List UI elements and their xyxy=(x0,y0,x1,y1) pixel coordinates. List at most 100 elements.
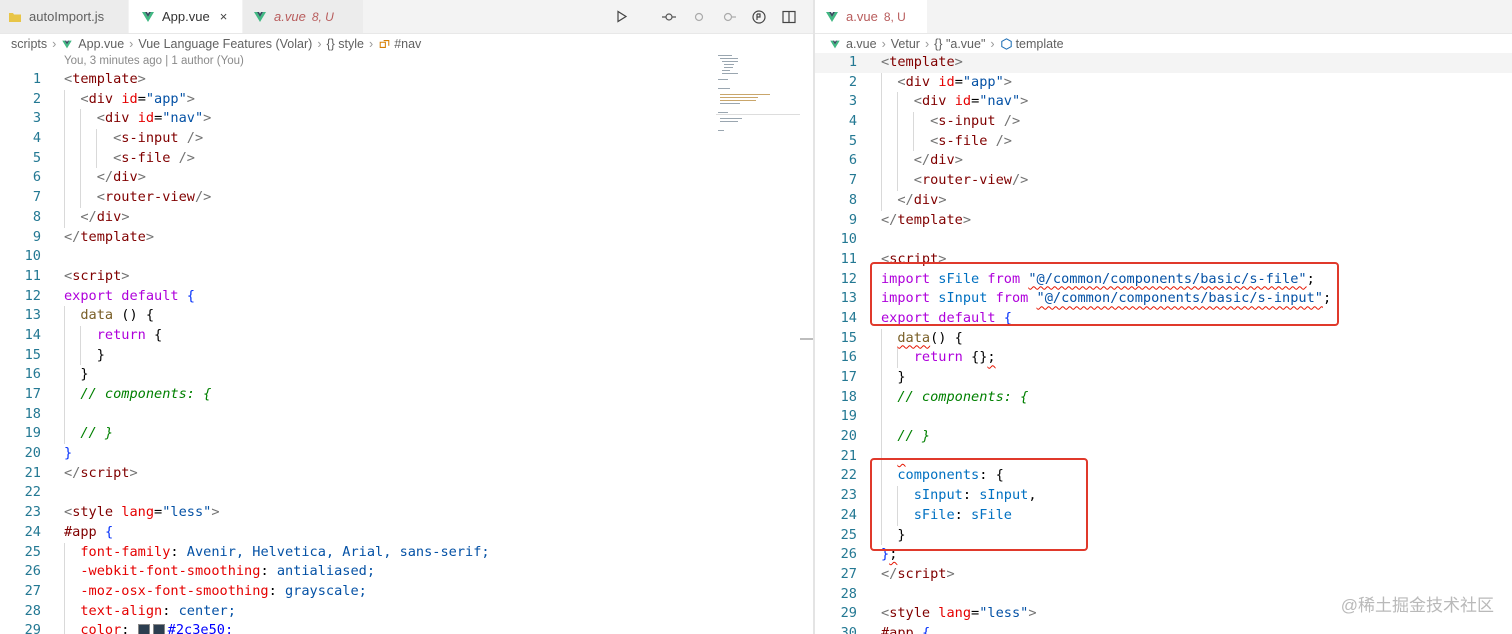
vue-file-icon xyxy=(254,11,266,22)
left-tab-bar: autoImport.js App.vue × a.vue 8, U ··· xyxy=(0,0,813,34)
close-icon[interactable]: × xyxy=(220,9,228,24)
line-number: 16 xyxy=(24,366,41,383)
problem-count-badge: 8, U xyxy=(883,9,906,24)
line-number: 8 xyxy=(32,208,41,225)
code-line: 12 export default { xyxy=(0,287,800,307)
line-number: 16 xyxy=(840,349,857,366)
code-line: 26 -webkit-font-smoothing: antialiased; xyxy=(0,562,800,582)
line-number: 18 xyxy=(24,405,41,422)
chevron-right-icon: › xyxy=(990,37,995,51)
code-line: 17 } xyxy=(815,368,1512,388)
breadcrumb-item[interactable]: scripts xyxy=(11,37,47,51)
watermark: @稀土掘金技术社区 xyxy=(1340,596,1494,615)
code-line: 4 <s-input /> xyxy=(815,112,1512,132)
tab-app-vue[interactable]: App.vue × xyxy=(129,0,242,33)
line-number: 2 xyxy=(32,90,41,107)
line-number: 5 xyxy=(848,132,857,149)
line-number: 27 xyxy=(24,582,41,599)
scrollbar-thumb[interactable] xyxy=(800,338,813,340)
breadcrumb-item[interactable]: {} "a.vue" xyxy=(934,37,985,51)
line-number: 13 xyxy=(24,307,41,324)
go-back-icon[interactable] xyxy=(691,9,707,25)
line-number: 2 xyxy=(848,73,857,90)
line-number: 17 xyxy=(840,369,857,385)
code-line: 3 <div id="nav"> xyxy=(0,109,800,130)
tab-label: autoImport.js xyxy=(29,9,105,24)
code-line: 8 </div> xyxy=(815,190,1512,211)
tab-label: App.vue xyxy=(162,9,210,24)
code-line: 19 // } xyxy=(0,424,800,445)
code-line: 7 <router-view/> xyxy=(815,171,1512,191)
code-line: 3 <div id="nav"> xyxy=(815,92,1512,113)
line-number: 19 xyxy=(840,408,857,425)
tab-a-vue[interactable]: a.vue 8, U xyxy=(243,0,363,33)
code-editor-left[interactable]: 1 <template> 2 <div id="app"> 3 <div id="… xyxy=(0,70,800,634)
run-icon[interactable] xyxy=(613,9,629,25)
breadcrumb: a.vue › Vetur › {} "a.vue" › template xyxy=(815,33,1512,55)
codelens-blame[interactable]: You, 3 minutes ago | 1 author (You) xyxy=(64,55,244,67)
line-number: 9 xyxy=(32,228,41,245)
tab-label: a.vue xyxy=(846,9,878,24)
line-number: 11 xyxy=(24,267,41,284)
code-line: 2 <div id="app"> xyxy=(0,89,800,110)
line-number: 25 xyxy=(840,526,857,543)
breadcrumb-item[interactable]: Vue Language Features (Volar) xyxy=(138,37,312,51)
open-changes-icon[interactable] xyxy=(661,9,677,25)
line-number: 4 xyxy=(32,130,41,147)
problem-count-badge: 8, U xyxy=(311,9,334,24)
color-swatch[interactable] xyxy=(152,624,165,634)
breadcrumb: scripts › App.vue › Vue Language Feature… xyxy=(0,33,813,55)
line-number: 5 xyxy=(32,149,41,166)
timeline-icon[interactable] xyxy=(751,9,767,25)
code-line: 1 <template> xyxy=(815,53,1512,73)
code-line: 10 xyxy=(815,230,1512,250)
line-number: 1 xyxy=(32,71,41,87)
line-number: 11 xyxy=(840,250,857,267)
breadcrumb-item[interactable]: {} style xyxy=(326,37,364,51)
breadcrumb-item[interactable]: Vetur xyxy=(891,37,920,51)
color-swatch[interactable] xyxy=(137,624,150,634)
code-line: 14 return { xyxy=(0,325,800,346)
breadcrumb-item[interactable]: #nav xyxy=(394,37,421,51)
line-number: 23 xyxy=(24,504,41,521)
chevron-right-icon: › xyxy=(129,37,134,51)
line-number: 22 xyxy=(840,467,857,484)
vue-file-icon xyxy=(142,11,154,22)
code-line: 5 <s-file /> xyxy=(0,148,800,169)
code-line: 21 </script> xyxy=(0,464,800,484)
line-number: 10 xyxy=(24,248,41,265)
code-line: 27 -moz-osx-font-smoothing: grayscale; xyxy=(0,581,800,602)
highlight-box-imports xyxy=(870,262,1339,326)
line-number: 3 xyxy=(848,93,857,110)
code-line: 29 color: #2c3e50; xyxy=(0,621,800,634)
code-line: 10 xyxy=(0,247,800,267)
vue-file-icon xyxy=(826,11,838,22)
code-line: 19 xyxy=(815,407,1512,428)
line-number: 14 xyxy=(840,309,857,326)
code-line: 17 // components: { xyxy=(0,385,800,405)
editor-actions: ··· xyxy=(613,0,813,33)
chevron-right-icon: › xyxy=(369,37,374,51)
split-editor-icon[interactable] xyxy=(781,9,797,25)
code-line: 30 #app { xyxy=(815,624,1512,634)
tab-autoimport-js[interactable]: autoImport.js xyxy=(0,0,128,33)
line-number: 20 xyxy=(24,445,41,462)
line-number: 30 xyxy=(840,624,857,634)
right-tab-bar: a.vue 8, U xyxy=(815,0,1512,34)
line-number: 29 xyxy=(24,622,41,634)
line-number: 21 xyxy=(840,447,857,464)
go-forward-icon[interactable] xyxy=(721,9,737,25)
code-line: 11 <script> xyxy=(0,267,800,287)
tab-a-vue[interactable]: a.vue 8, U xyxy=(815,0,927,33)
line-number: 22 xyxy=(24,484,41,501)
line-number: 12 xyxy=(24,287,41,304)
breadcrumb-item[interactable]: a.vue xyxy=(846,37,877,51)
line-number: 6 xyxy=(32,169,41,186)
code-line: 13 data () { xyxy=(0,306,800,326)
line-number: 24 xyxy=(840,506,857,523)
line-number: 24 xyxy=(24,523,41,540)
chevron-right-icon: › xyxy=(924,37,930,51)
breadcrumb-item[interactable]: template xyxy=(1016,37,1064,51)
breadcrumb-item[interactable]: App.vue xyxy=(78,37,124,51)
code-line: 9 </template> xyxy=(0,228,800,248)
